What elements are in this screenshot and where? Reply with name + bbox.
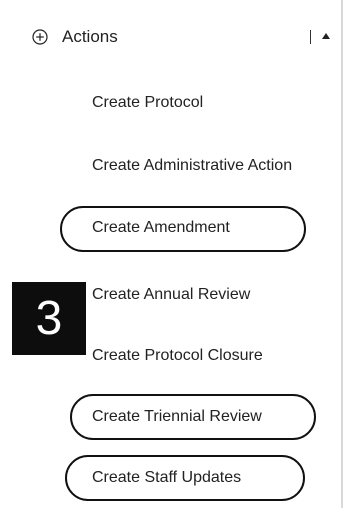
toggle-divider [310,30,311,44]
plus-circle-icon[interactable] [32,29,48,45]
menu-item-create-administrative-action[interactable]: Create Administrative Action [92,156,292,176]
actions-header-label: Actions [62,27,118,46]
actions-panel: Actions Create Protocol Create Administr… [0,0,347,508]
menu-item-create-annual-review[interactable]: Create Annual Review [92,285,250,305]
actions-header[interactable]: Actions [0,18,341,58]
menu-item-create-triennial-review[interactable]: Create Triennial Review [92,407,262,427]
menu-item-create-protocol[interactable]: Create Protocol [92,93,203,113]
menu-item-create-staff-updates[interactable]: Create Staff Updates [92,468,241,488]
collapse-toggle[interactable] [306,24,336,50]
menu-item-create-amendment[interactable]: Create Amendment [92,218,230,238]
panel-border [341,0,343,508]
menu-item-create-protocol-closure[interactable]: Create Protocol Closure [92,346,263,366]
caret-up-icon[interactable] [322,33,330,39]
step-number-badge: 3 [12,282,86,355]
